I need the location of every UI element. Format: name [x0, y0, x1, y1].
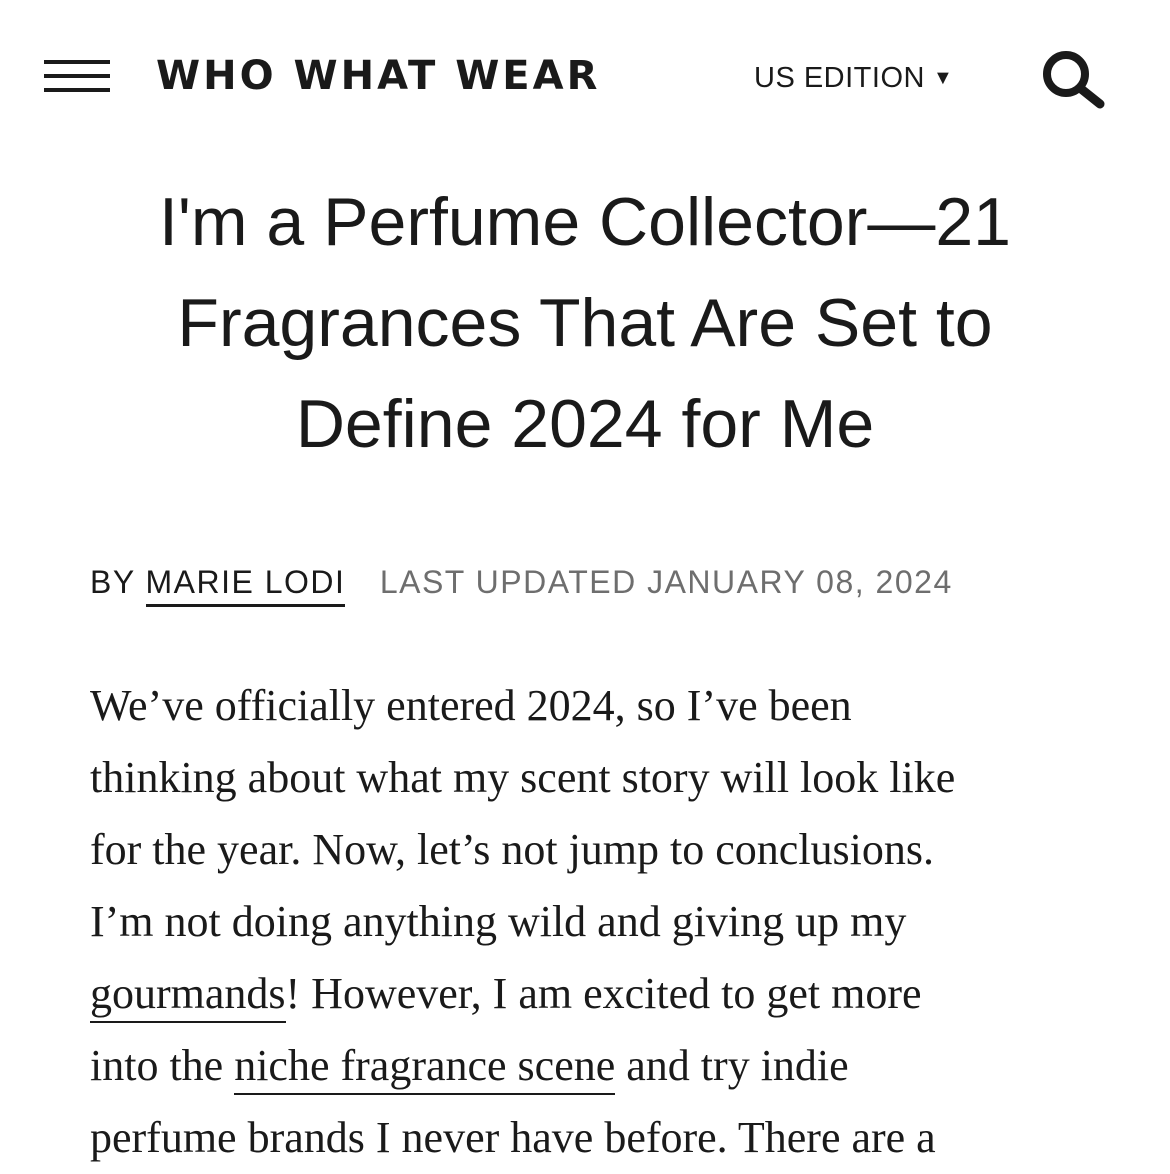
site-logo[interactable]: WHO WHAT WEAR	[156, 52, 600, 100]
article-title-line: Define 2024 for Me	[295, 386, 875, 462]
niche-fragrance-link[interactable]: niche fragrance scene	[234, 1041, 616, 1095]
paragraph-text: into the	[90, 1041, 235, 1090]
byline: BY MARIE LODI LAST UPDATED JANUARY 08, 2…	[90, 562, 953, 607]
menu-bar	[44, 88, 110, 92]
paragraph-line: gourmands! However, I am excited to get …	[90, 958, 1090, 1030]
menu-bar	[44, 74, 110, 78]
paragraph-line: into the niche fragrance scene and try i…	[90, 1030, 1090, 1102]
last-updated-date: LAST UPDATED JANUARY 08, 2024	[379, 564, 953, 600]
hamburger-menu-icon[interactable]	[44, 58, 112, 100]
edition-label: US EDITION	[754, 62, 925, 94]
article-title-line: I'm a Perfume Collector—21	[159, 184, 1011, 260]
edition-selector[interactable]: US EDITION ▼	[754, 60, 953, 96]
paragraph-line: for the year. Now, let’s not jump to con…	[90, 825, 935, 874]
gourmands-link[interactable]: gourmands	[90, 969, 286, 1023]
menu-bar	[44, 60, 110, 64]
paragraph-line: We’ve officially entered 2024, so I’ve b…	[90, 681, 852, 730]
paragraph-line: perfume brands I never have before. Ther…	[90, 1113, 936, 1162]
paragraph-line: I’m not doing anything wild and giving u…	[90, 897, 907, 946]
paragraph-text: and try indie	[615, 1041, 849, 1090]
author-link[interactable]: MARIE LODI	[145, 564, 346, 607]
caret-down-icon: ▼	[932, 67, 954, 89]
site-header: WHO WHAT WEAR US EDITION ▼	[0, 0, 1170, 150]
byline-prefix: BY	[90, 564, 136, 600]
search-icon[interactable]	[1040, 48, 1108, 110]
article-paragraph: We’ve officially entered 2024, so I’ve b…	[90, 670, 1090, 1174]
article-title-line: Fragrances That Are Set to	[177, 285, 993, 361]
paragraph-line: thinking about what my scent story will …	[90, 753, 956, 802]
article-title: I'm a Perfume Collector—21 Fragrances Th…	[60, 172, 1110, 475]
paragraph-text: ! However, I am excited to get more	[285, 969, 922, 1018]
